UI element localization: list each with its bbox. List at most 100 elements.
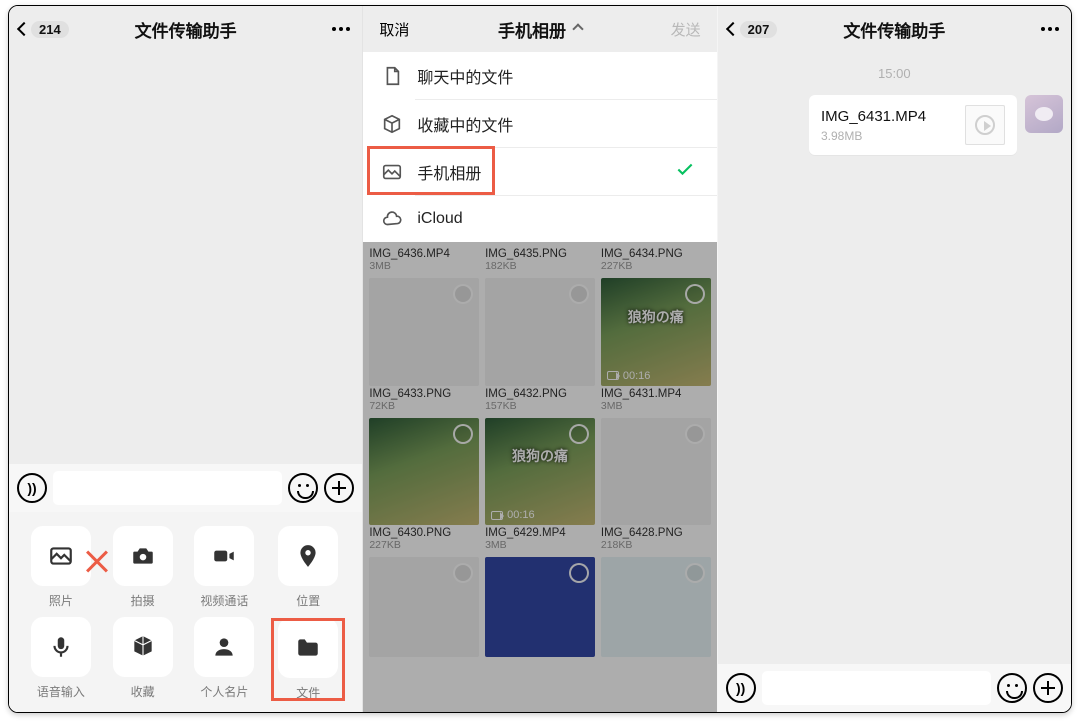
select-circle[interactable] xyxy=(569,563,589,583)
unread-badge: 214 xyxy=(31,21,69,38)
attachment-sheet: 照片 拍摄 视频通话 位置 语音输入 收藏 个人名片 文件 xyxy=(9,512,362,712)
select-circle[interactable] xyxy=(453,563,473,583)
send-button[interactable]: 发送 xyxy=(671,6,701,52)
check-icon xyxy=(675,160,695,185)
action-favorites[interactable]: 收藏 xyxy=(107,617,179,702)
select-circle[interactable] xyxy=(685,284,705,304)
file-cell[interactable] xyxy=(369,557,479,657)
document-icon xyxy=(381,65,403,87)
select-circle[interactable] xyxy=(569,284,589,304)
file-cell[interactable]: IMG_6428.PNG218KB xyxy=(601,418,711,552)
image-icon xyxy=(48,543,74,569)
gallery-row: IMG_6436.MP43MB IMG_6435.PNG182KB IMG_64… xyxy=(363,242,716,272)
action-label: 语音输入 xyxy=(37,683,85,700)
voice-message-icon[interactable]: )) xyxy=(726,673,756,703)
panel-file-source-picker: 取消 手机相册 发送 聊天中的文件 收藏中的文件 手机相册 xyxy=(363,6,717,712)
action-label: 拍摄 xyxy=(131,592,155,609)
file-cell[interactable]: IMG_6433.PNG72KB xyxy=(369,278,479,412)
message-input[interactable] xyxy=(53,471,282,505)
camera-icon xyxy=(130,543,156,569)
action-label: 文件 xyxy=(296,684,320,701)
file-cell[interactable] xyxy=(601,557,711,657)
file-cell[interactable]: 狼狗の痛00:16IMG_6429.MP43MB xyxy=(485,418,595,552)
panel-chat-with-actions: 214 文件传输助手 )) 照片 拍摄 视频通话 位置 语音 xyxy=(9,6,363,712)
source-label: iCloud xyxy=(417,210,462,228)
unread-badge: 207 xyxy=(740,21,778,38)
video-icon xyxy=(607,371,619,380)
message-input[interactable] xyxy=(762,671,991,705)
panel-chat-with-message: 207 文件传输助手 15:00 IMG_6431.MP4 3.98MB )) xyxy=(718,6,1071,712)
action-file[interactable]: 文件 xyxy=(270,617,346,702)
cube-icon xyxy=(130,634,156,660)
file-cell[interactable] xyxy=(485,557,595,657)
action-label: 照片 xyxy=(49,592,73,609)
mic-icon xyxy=(48,634,74,660)
cloud-icon xyxy=(381,208,403,230)
action-label: 个人名片 xyxy=(200,683,248,700)
source-list: 聊天中的文件 收藏中的文件 手机相册 iCloud xyxy=(363,52,716,242)
file-cell[interactable]: 狼狗の痛00:16IMG_6431.MP43MB xyxy=(601,278,711,412)
chat-title: 文件传输助手 xyxy=(843,17,945,42)
more-button[interactable] xyxy=(1041,6,1059,52)
timestamp: 15:00 xyxy=(718,52,1071,95)
action-album[interactable]: 照片 xyxy=(25,526,97,609)
album-grid-dimmed: IMG_6436.MP43MB IMG_6435.PNG182KB IMG_64… xyxy=(363,242,716,712)
cancel-button[interactable]: 取消 xyxy=(379,6,409,52)
file-message-bubble[interactable]: IMG_6431.MP4 3.98MB xyxy=(809,95,1017,155)
select-circle[interactable] xyxy=(685,424,705,444)
source-icloud[interactable]: iCloud xyxy=(363,196,716,242)
back-button[interactable]: 207 xyxy=(728,6,778,52)
more-button[interactable] xyxy=(332,6,350,52)
file-size: 3.98MB xyxy=(821,129,955,143)
header-mid: 取消 手机相册 发送 xyxy=(363,6,716,52)
video-icon xyxy=(211,543,237,569)
folder-icon xyxy=(295,635,321,661)
source-label: 收藏中的文件 xyxy=(417,112,513,136)
video-icon xyxy=(491,511,503,520)
select-circle[interactable] xyxy=(453,424,473,444)
chevron-up-icon xyxy=(572,23,583,34)
image-icon xyxy=(381,161,403,183)
back-button[interactable]: 214 xyxy=(19,6,69,52)
file-cell[interactable]: IMG_6430.PNG227KB xyxy=(369,418,479,552)
select-circle[interactable] xyxy=(453,284,473,304)
select-circle[interactable] xyxy=(685,563,705,583)
message-row: IMG_6431.MP4 3.98MB xyxy=(718,95,1071,155)
source-phone-album[interactable]: 手机相册 xyxy=(363,148,716,196)
message-input-bar: )) xyxy=(718,664,1071,712)
person-icon xyxy=(211,634,237,660)
source-label: 手机相册 xyxy=(417,160,481,184)
picker-title[interactable]: 手机相册 xyxy=(498,17,582,42)
file-type-icon xyxy=(965,105,1005,145)
voice-message-icon[interactable]: )) xyxy=(17,473,47,503)
gallery-row: IMG_6430.PNG227KB 狼狗の痛00:16IMG_6429.MP43… xyxy=(363,418,716,552)
emoji-icon[interactable] xyxy=(997,673,1027,703)
action-camera[interactable]: 拍摄 xyxy=(107,526,179,609)
select-circle[interactable] xyxy=(569,424,589,444)
chat-title: 文件传输助手 xyxy=(135,17,237,42)
cube-icon xyxy=(381,113,403,135)
file-cell[interactable]: IMG_6432.PNG157KB xyxy=(485,278,595,412)
avatar[interactable] xyxy=(1025,95,1063,133)
header-left: 214 文件传输助手 xyxy=(9,6,362,52)
message-input-bar: )) xyxy=(9,464,362,512)
gallery-row xyxy=(363,557,716,657)
action-label: 收藏 xyxy=(131,683,155,700)
plus-icon[interactable] xyxy=(324,473,354,503)
gallery-row: IMG_6433.PNG72KB IMG_6432.PNG157KB 狼狗の痛0… xyxy=(363,278,716,412)
action-label: 视频通话 xyxy=(200,592,248,609)
source-chat-files[interactable]: 聊天中的文件 xyxy=(363,52,716,100)
source-label: 聊天中的文件 xyxy=(417,64,513,88)
emoji-icon[interactable] xyxy=(288,473,318,503)
file-cell[interactable]: IMG_6434.PNG227KB xyxy=(601,246,711,272)
action-label: 位置 xyxy=(296,592,320,609)
plus-icon[interactable] xyxy=(1033,673,1063,703)
file-cell[interactable]: IMG_6436.MP43MB xyxy=(369,246,479,272)
action-location[interactable]: 位置 xyxy=(270,526,346,609)
action-videocall[interactable]: 视频通话 xyxy=(189,526,261,609)
action-contact-card[interactable]: 个人名片 xyxy=(189,617,261,702)
pin-icon xyxy=(295,543,321,569)
file-cell[interactable]: IMG_6435.PNG182KB xyxy=(485,246,595,272)
action-voice-input[interactable]: 语音输入 xyxy=(25,617,97,702)
source-favorites-files[interactable]: 收藏中的文件 xyxy=(363,100,716,148)
